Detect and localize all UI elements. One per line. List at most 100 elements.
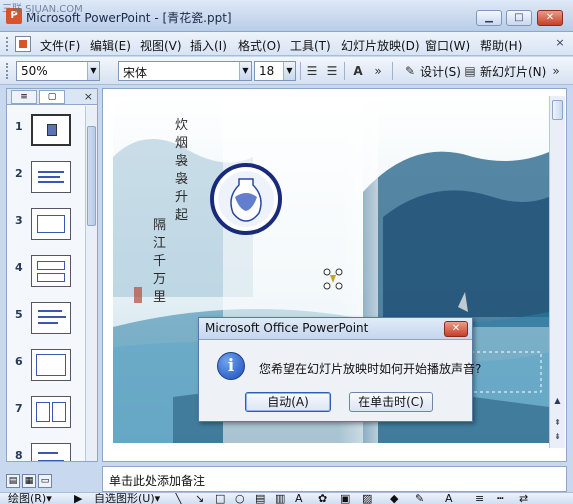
- slide-sorter-icon[interactable]: ▦: [22, 474, 36, 488]
- vertical-textbox-icon[interactable]: ▥: [275, 493, 285, 504]
- document-icon[interactable]: [15, 36, 31, 52]
- zoom-value: 50%: [21, 64, 48, 78]
- clipart-icon[interactable]: ▣: [340, 493, 350, 504]
- font-size-combo[interactable]: 18 ▼: [254, 61, 296, 81]
- slide-scrollbar[interactable]: ▲ ⇞ ⇟: [549, 96, 565, 448]
- notes-pane[interactable]: 单击此处添加备注: [102, 466, 567, 492]
- slide-number: 7: [15, 402, 23, 415]
- menu-edit[interactable]: 编辑(E): [90, 37, 131, 54]
- rectangle-icon[interactable]: □: [215, 493, 225, 504]
- slide-number: 2: [15, 167, 23, 180]
- chevron-down-icon[interactable]: ▼: [283, 62, 295, 80]
- menu-view[interactable]: 视图(V): [140, 37, 182, 54]
- design-button[interactable]: 设计(S): [420, 63, 461, 80]
- menu-bar: 文件(F) 编辑(E) 视图(V) 插入(I) 格式(O) 工具(T) 幻灯片放…: [0, 32, 573, 56]
- toolbar-separator: [300, 62, 301, 80]
- line-icon[interactable]: ╲: [175, 493, 182, 504]
- line-style-icon[interactable]: ≡: [475, 493, 484, 504]
- bullet-list-icon[interactable]: ☰: [324, 63, 340, 79]
- slide-thumbnail[interactable]: [31, 255, 71, 287]
- font-size-value: 18: [259, 64, 275, 78]
- slide-thumbnail-row[interactable]: 6: [7, 341, 85, 388]
- toolbar-grip[interactable]: [6, 63, 10, 79]
- scrollbar-thumb[interactable]: [552, 100, 563, 120]
- toolbar-options-icon[interactable]: »: [370, 63, 386, 79]
- dash-style-icon[interactable]: ┅: [497, 493, 504, 504]
- menu-window[interactable]: 窗口(W): [425, 37, 470, 54]
- autoshapes-button[interactable]: 自选图形(U)▾: [94, 493, 160, 504]
- textbox-icon[interactable]: ▤: [255, 493, 265, 504]
- slide-thumbnail-row[interactable]: 7: [7, 388, 85, 435]
- info-icon: i: [217, 352, 245, 380]
- oval-icon[interactable]: ○: [235, 493, 245, 504]
- slideshow-view-icon[interactable]: ▭: [38, 474, 52, 488]
- diagram-icon[interactable]: ✿: [318, 493, 327, 504]
- chevron-down-icon[interactable]: ▼: [239, 62, 251, 80]
- menu-insert[interactable]: 插入(I): [190, 37, 227, 54]
- tab-slides[interactable]: ▢: [39, 90, 65, 104]
- wordart-icon[interactable]: A: [295, 493, 303, 504]
- maximize-button[interactable]: □: [506, 10, 532, 26]
- seal-stamp: [134, 287, 142, 303]
- slide-thumbnail-row[interactable]: 2: [7, 153, 85, 200]
- minimize-button[interactable]: ▁: [476, 10, 502, 26]
- fill-color-icon[interactable]: ◆: [390, 493, 398, 504]
- slide-thumbnail[interactable]: [31, 443, 71, 461]
- tab-outline[interactable]: ≡: [11, 90, 37, 104]
- slide-thumbnail[interactable]: [31, 302, 71, 334]
- automatic-button[interactable]: 自动(A): [245, 392, 331, 412]
- arrow-icon[interactable]: ↘: [195, 493, 204, 504]
- toolbar-overflow-icon[interactable]: »: [548, 63, 564, 79]
- slide-thumbnail-row[interactable]: 3: [7, 200, 85, 247]
- poem-line-1[interactable]: 炊烟袅袅升起: [175, 117, 191, 225]
- scroll-up-icon[interactable]: ▲: [552, 396, 563, 405]
- thumbnail-line: [38, 176, 60, 178]
- toolbar-grip[interactable]: [6, 37, 10, 51]
- slide-thumbnail[interactable]: [31, 114, 71, 146]
- formatting-toolbar: 50% ▼ 宋体 ▼ 18 ▼ ☰ ☰ A » ✎ 设计(S) ▤ 新幻灯片(N…: [0, 57, 573, 85]
- slide-thumbnail-row[interactable]: 8: [7, 435, 85, 461]
- select-arrow-icon[interactable]: ▶: [74, 493, 82, 504]
- arrow-style-icon[interactable]: ⇄: [519, 493, 528, 504]
- slide-thumbnail[interactable]: [31, 349, 71, 381]
- menu-slideshow[interactable]: 幻灯片放映(D): [341, 37, 420, 54]
- next-slide-icon[interactable]: ⇟: [552, 432, 563, 441]
- scrollbar-thumb[interactable]: [87, 126, 96, 226]
- on-click-button[interactable]: 在单击时(C): [349, 392, 433, 412]
- slides-scrollbar[interactable]: [85, 106, 97, 461]
- font-color-icon[interactable]: A: [445, 493, 453, 504]
- normal-view-icon[interactable]: ▤: [6, 474, 20, 488]
- picture-icon[interactable]: ▨: [362, 493, 372, 504]
- draw-menu-button[interactable]: 绘图(R)▾: [8, 493, 52, 504]
- toolbar-separator: [344, 62, 345, 80]
- zoom-combo[interactable]: 50% ▼: [16, 61, 100, 81]
- line-color-icon[interactable]: ✎: [415, 493, 424, 504]
- toolbar-separator: [392, 62, 393, 80]
- close-icon[interactable]: ×: [84, 90, 93, 103]
- slide-thumbnail[interactable]: [31, 161, 71, 193]
- dialog-title: Microsoft Office PowerPoint: [199, 318, 472, 340]
- close-window-button[interactable]: ✕: [537, 10, 563, 26]
- new-slide-icon: ▤: [464, 64, 476, 78]
- increase-font-icon[interactable]: A: [350, 63, 366, 79]
- menu-file[interactable]: 文件(F): [40, 37, 80, 54]
- slide-thumbnail-row[interactable]: 4: [7, 247, 85, 294]
- slide-thumbnail-row[interactable]: 5: [7, 294, 85, 341]
- new-slide-button[interactable]: 新幻灯片(N): [480, 63, 546, 80]
- numbered-list-icon[interactable]: ☰: [304, 63, 320, 79]
- watermark: 三联 SJUAN.COM: [2, 4, 83, 15]
- slide-thumbnail[interactable]: [31, 208, 71, 240]
- poem-line-2[interactable]: 隔江千万里: [153, 217, 169, 307]
- dialog-close-button[interactable]: ✕: [444, 321, 468, 337]
- slide-thumbnail-row[interactable]: 1: [7, 106, 85, 153]
- document-close-button[interactable]: ×: [553, 36, 567, 50]
- font-combo[interactable]: 宋体 ▼: [118, 61, 252, 81]
- sound-playback-dialog: Microsoft Office PowerPoint ✕ i 您希望在幻灯片放…: [198, 317, 481, 422]
- chevron-down-icon[interactable]: ▼: [87, 62, 99, 80]
- menu-tools[interactable]: 工具(T): [290, 37, 331, 54]
- previous-slide-icon[interactable]: ⇞: [552, 418, 563, 427]
- menu-format[interactable]: 格式(O): [238, 37, 281, 54]
- slide-thumbnail[interactable]: [31, 396, 71, 428]
- menu-help[interactable]: 帮助(H): [480, 37, 522, 54]
- design-icon: ✎: [404, 64, 416, 78]
